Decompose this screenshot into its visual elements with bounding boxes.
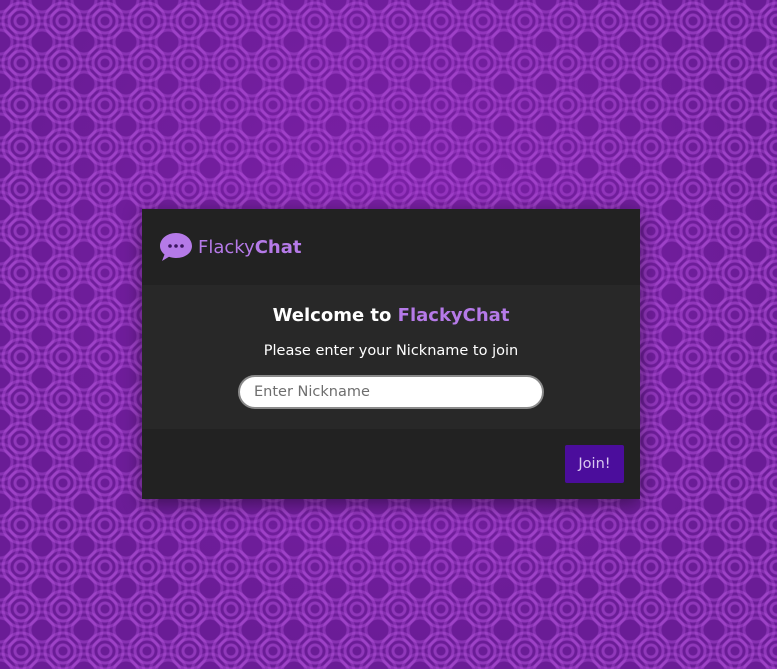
- brand-logo-text: FlackyChat: [198, 237, 302, 258]
- chat-bubble-icon: [158, 231, 194, 263]
- join-button[interactable]: Join!: [565, 445, 624, 483]
- dialog-body: Welcome to FlackyChat Please enter your …: [142, 285, 640, 429]
- nickname-input[interactable]: [238, 375, 544, 409]
- join-dialog: FlackyChat Welcome to FlackyChat Please …: [142, 209, 640, 499]
- dialog-header: FlackyChat: [142, 209, 640, 285]
- join-instructions: Please enter your Nickname to join: [263, 343, 519, 359]
- welcome-accent: FlackyChat: [397, 305, 510, 326]
- welcome-heading: Welcome to FlackyChat: [142, 303, 640, 329]
- brand-light: Flacky: [198, 236, 255, 258]
- welcome-prefix: Welcome to: [272, 305, 398, 326]
- brand-bold: Chat: [254, 236, 302, 258]
- dialog-footer: Join!: [142, 429, 640, 499]
